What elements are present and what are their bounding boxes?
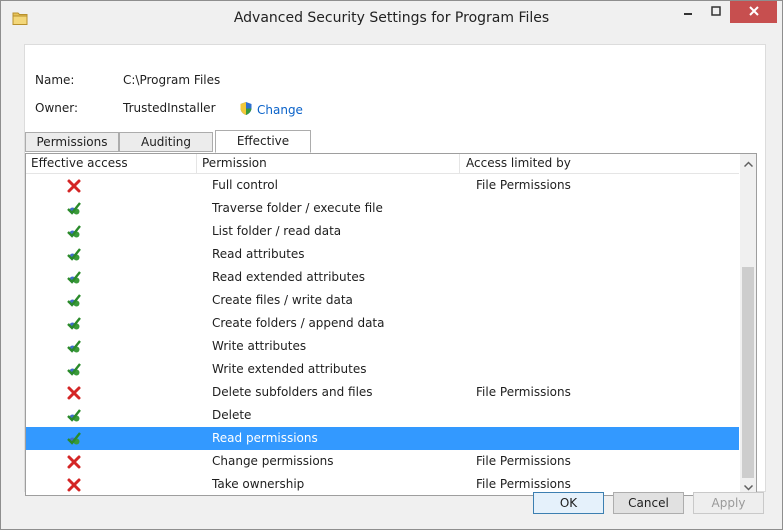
chevron-up-icon [743,156,753,170]
list-item[interactable]: Delete [26,404,739,427]
deny-x-icon [66,477,82,493]
list-item[interactable]: List folder / read data [26,220,739,243]
permission-name: Read attributes [212,247,305,261]
permission-name: Traverse folder / execute file [212,201,383,215]
change-owner-link[interactable]: Change [239,101,303,119]
list-item[interactable]: Create files / write data [26,289,739,312]
permission-name: Full control [212,178,278,192]
column-divider[interactable] [196,154,197,173]
title-bar[interactable]: Advanced Security Settings for Program F… [1,1,782,35]
access-limited-by: File Permissions [476,385,571,399]
allow-check-icon [66,224,82,240]
column-header-access-limited-by[interactable]: Access limited by [466,156,571,170]
allow-check-icon [66,201,82,217]
permission-name: Read extended attributes [212,270,365,284]
column-divider[interactable] [459,154,460,173]
permission-name: Take ownership [212,477,305,491]
scroll-thumb[interactable] [742,267,754,478]
allow-check-icon [66,247,82,263]
allow-check-icon [66,293,82,309]
list-item[interactable]: Change permissions File Permissions [26,450,739,473]
column-header-permission[interactable]: Permission [202,156,267,170]
uac-shield-icon [239,101,253,119]
access-limited-by: File Permissions [476,178,571,192]
effective-access-list[interactable]: Effective access Permission Access limit… [25,153,757,496]
scroll-up-arrow[interactable] [740,154,756,171]
permission-name: Delete subfolders and files [212,385,373,399]
maximize-button[interactable] [703,1,729,23]
owner-value: TrustedInstaller [123,101,216,115]
permission-name: Delete [212,408,252,422]
close-button[interactable] [730,1,777,23]
advanced-security-window: Advanced Security Settings for Program F… [0,0,783,530]
content-panel: Name: C:\Program Files Owner: TrustedIns… [24,44,766,496]
tab-permissions[interactable]: Permissions [25,132,119,152]
cancel-button[interactable]: Cancel [613,492,684,514]
apply-button[interactable]: Apply [693,492,764,514]
list-item[interactable]: Read attributes [26,243,739,266]
permission-name: Write extended attributes [212,362,367,376]
list-item[interactable]: Traverse folder / execute file [26,197,739,220]
permission-name: Read permissions [212,431,318,445]
list-header: Effective access Permission Access limit… [26,154,739,174]
window-title: Advanced Security Settings for Program F… [233,10,550,26]
owner-label: Owner: [35,101,79,115]
name-value: C:\Program Files [123,73,221,87]
vertical-scrollbar[interactable] [740,154,756,495]
list-item[interactable]: Read extended attributes [26,266,739,289]
permission-name: Write attributes [212,339,307,353]
deny-x-icon [66,454,82,470]
deny-x-icon [66,385,82,401]
list-item[interactable]: Delete subfolders and files File Permissi… [26,381,739,404]
allow-check-icon [66,270,82,286]
permission-name: Change permissions [212,454,334,468]
permission-name: Create folders / append data [212,316,385,330]
tab-effective-access[interactable]: Effective Access [215,130,311,169]
deny-x-icon [66,178,82,194]
tab-auditing[interactable]: Auditing [119,132,213,152]
dialog-client-area: Name: C:\Program Files Owner: TrustedIns… [9,35,774,521]
ok-button[interactable]: OK [533,492,604,514]
close-icon [748,5,760,20]
allow-check-icon [66,408,82,424]
list-item[interactable]: Create folders / append data [26,312,739,335]
list-item[interactable]: Full control File Permissions [26,174,739,197]
list-item[interactable]: Read permissions [26,427,739,450]
change-link-label: Change [257,103,303,117]
access-limited-by: File Permissions [476,477,571,491]
minimize-icon [683,5,693,19]
allow-check-icon [66,339,82,355]
list-item[interactable]: Write extended attributes [26,358,739,381]
column-header-effective-access[interactable]: Effective access [31,156,128,170]
allow-check-icon [66,316,82,332]
name-label: Name: [35,73,75,87]
permission-name: Create files / write data [212,293,353,307]
minimize-button[interactable] [675,1,701,23]
allow-check-icon [66,431,82,447]
list-item[interactable]: Write attributes [26,335,739,358]
allow-check-icon [66,362,82,378]
access-limited-by: File Permissions [476,454,571,468]
maximize-icon [711,5,721,19]
permission-name: List folder / read data [212,224,342,238]
tab-strip: Permissions Auditing Effective Access [25,130,765,169]
